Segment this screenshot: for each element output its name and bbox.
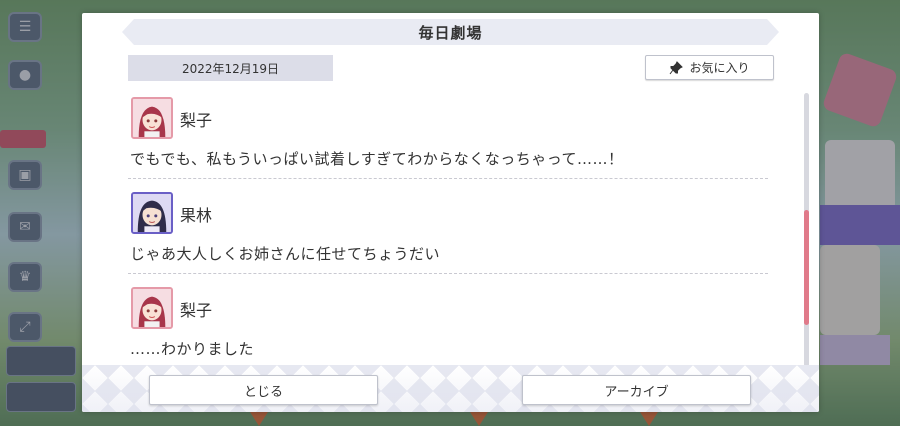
dialog-footer: とじる アーカイブ [82, 365, 819, 412]
favorite-label: お気に入り [689, 61, 750, 75]
dialog-title: 毎日劇場 [418, 23, 483, 42]
speaker-name: 梨子 [180, 301, 213, 320]
scrollbar-thumb[interactable] [804, 210, 809, 325]
dialogue-entry: 梨子 ……わかりました [128, 281, 772, 376]
riko-avatar [131, 97, 173, 139]
dialogue-text: ……わかりました [130, 340, 255, 358]
dialog-title-bar: 毎日劇場 [122, 19, 779, 45]
scrollbar-track[interactable] [804, 93, 809, 367]
karin-avatar [131, 192, 173, 234]
dialogue-entry: 梨子 でもでも、私もういっぱい試着しすぎてわからなくなっちゃって……！ [128, 91, 772, 186]
dialogue-list[interactable]: 梨子 でもでも、私もういっぱい試着しすぎてわからなくなっちゃって……！ 果林 じ… [128, 91, 772, 381]
dialogue-text: じゃあ大人しくお姉さんに任せてちょうだい [130, 245, 441, 263]
speaker-name: 梨子 [180, 111, 213, 130]
pin-icon [669, 60, 684, 75]
archive-button[interactable]: アーカイブ [522, 375, 751, 405]
divider [128, 273, 768, 274]
riko-avatar [131, 287, 173, 329]
dialogue-entry: 果林 じゃあ大人しくお姉さんに任せてちょうだい [128, 186, 772, 281]
favorite-button[interactable]: お気に入り [645, 55, 774, 80]
date-label: 2022年12月19日 [128, 55, 333, 81]
speaker-name: 果林 [180, 206, 213, 225]
daily-theater-dialog: 毎日劇場 2022年12月19日 お気に入り 梨子 でもでも、私もういっぱい試着… [82, 13, 819, 412]
close-button[interactable]: とじる [149, 375, 378, 405]
dialogue-text: でもでも、私もういっぱい試着しすぎてわからなくなっちゃって……！ [130, 150, 624, 168]
divider [128, 178, 768, 179]
